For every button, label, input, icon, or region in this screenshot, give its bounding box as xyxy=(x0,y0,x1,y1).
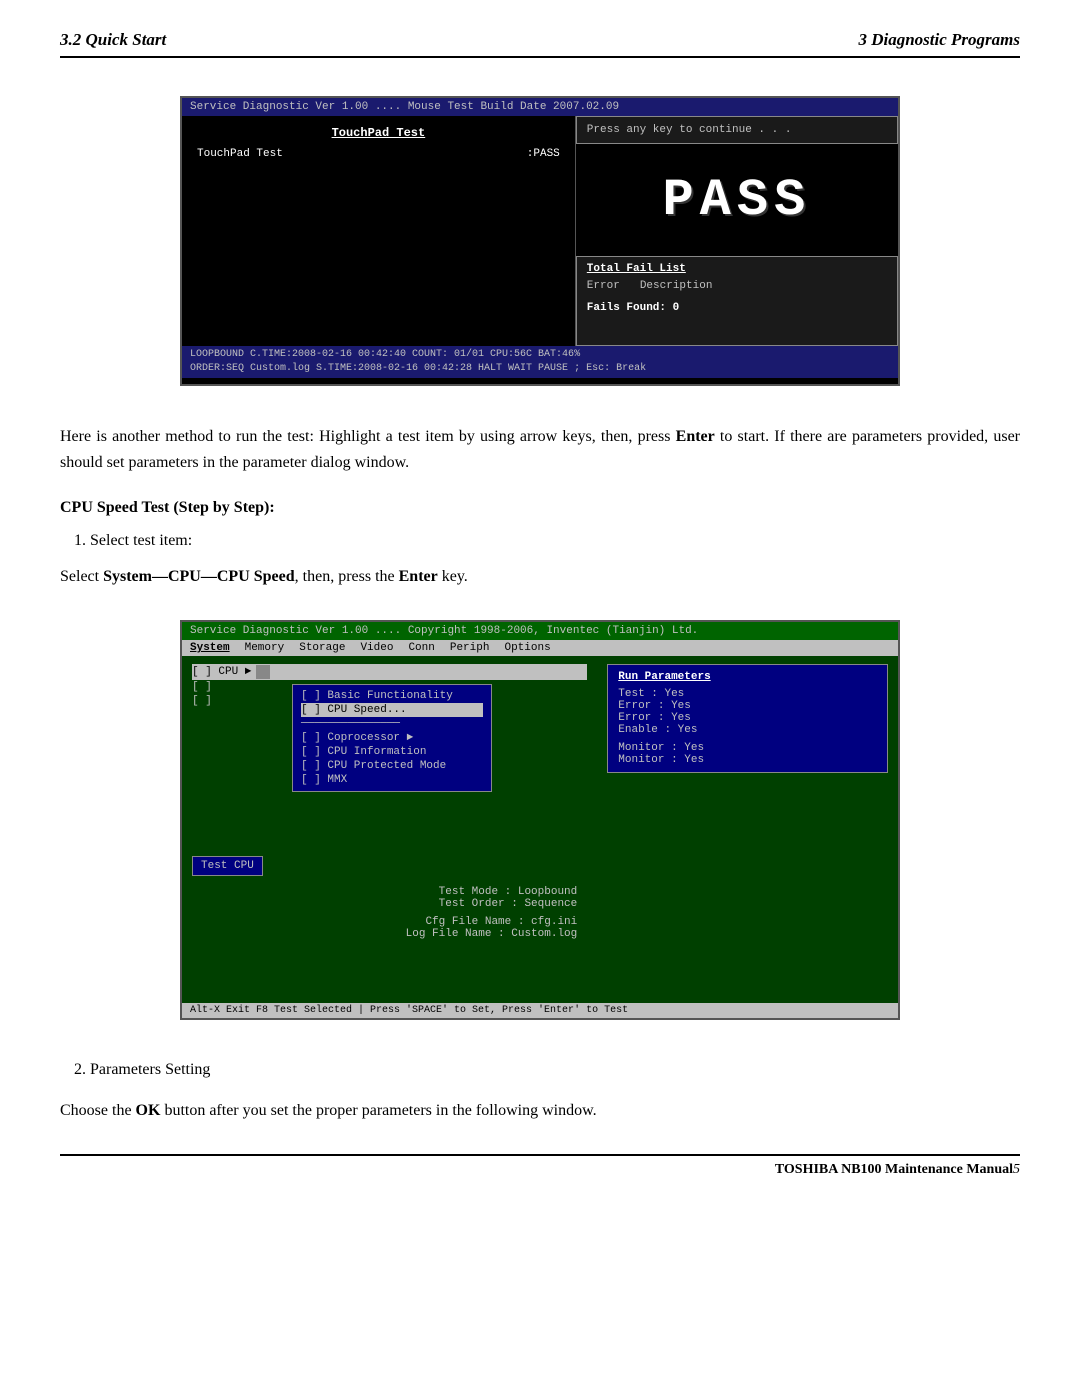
fails-found: Fails Found: 0 xyxy=(587,302,887,314)
touchpad-title: TouchPad Test xyxy=(197,126,560,140)
run-params-box: Run Parameters Test : Yes Error : Yes Er… xyxy=(607,664,888,773)
menu-periph[interactable]: Periph xyxy=(450,642,490,654)
menu-storage[interactable]: Storage xyxy=(299,642,345,654)
submenu-mmx: [ ] MMX xyxy=(301,773,483,787)
cpu-row-1: [ ] CPU ► xyxy=(192,664,587,680)
menu-system[interactable]: System xyxy=(190,642,230,654)
param-test: Test : Yes xyxy=(618,688,877,700)
section-heading: CPU Speed Test (Step by Step): xyxy=(60,499,1020,517)
ss2-bottom-bar: Alt-X Exit F8 Test Selected | Press 'SPA… xyxy=(182,1003,898,1018)
run-params-title: Run Parameters xyxy=(618,671,877,683)
press-continue: Press any key to continue . . . xyxy=(576,116,898,144)
main-paragraph: Here is another method to run the test: … xyxy=(60,424,1020,475)
log-file: Log File Name : Custom.log xyxy=(192,928,577,940)
list-item-2: Parameters Setting xyxy=(90,1056,1020,1083)
touchpad-status: :PASS xyxy=(527,148,560,160)
param-monitor2: Monitor : Yes xyxy=(618,754,877,766)
center-params: Test Mode : Loopbound Test Order : Seque… xyxy=(192,886,587,940)
ss2-top-bar: Service Diagnostic Ver 1.00 .... Copyrig… xyxy=(182,622,898,640)
ss1-bottom: LOOPBOUND C.TIME:2008-02-16 00:42:40 COU… xyxy=(182,346,898,378)
submenu-protected: [ ] CPU Protected Mode xyxy=(301,759,483,773)
ss1-left-panel: TouchPad Test TouchPad Test :PASS xyxy=(182,116,576,346)
fail-list-header: Error Description xyxy=(587,280,887,292)
submenu-coprocessor: [ ] Coprocessor ► xyxy=(301,731,483,745)
ss1-body: TouchPad Test TouchPad Test :PASS Press … xyxy=(182,116,898,346)
ss1-right-panel: Press any key to continue . . . PASS Tot… xyxy=(576,116,898,346)
numbered-list-2: Parameters Setting xyxy=(90,1056,1020,1083)
submenu-horizontal: ─────────────── xyxy=(301,717,483,731)
page-header: 3.2 Quick Start 3 Diagnostic Programs xyxy=(60,30,1020,58)
desc-col: Description xyxy=(640,280,713,292)
cfg-file: Cfg File Name : cfg.ini xyxy=(192,916,577,928)
param-error2: Error : Yes xyxy=(618,712,877,724)
test-order: Test Order : Sequence xyxy=(192,898,577,910)
test-mode: Test Mode : Loopbound xyxy=(192,886,577,898)
param-enable: Enable : Yes xyxy=(618,724,877,736)
ss2-menu-bar: System Memory Storage Video Conn Periph … xyxy=(182,640,898,656)
menu-options[interactable]: Options xyxy=(504,642,550,654)
menu-video[interactable]: Video xyxy=(360,642,393,654)
ss2-body: [ ] CPU ► [ ] [ ] [ ] Basic Functionalit… xyxy=(182,656,898,966)
cpu-submenu: [ ] Basic Functionality [ ] CPU Speed...… xyxy=(292,684,492,792)
bottom-line1: LOOPBOUND C.TIME:2008-02-16 00:42:40 COU… xyxy=(190,348,890,362)
header-right: 3 Diagnostic Programs xyxy=(858,30,1020,50)
footer-text: TOSHIBA NB100 Maintenance Manual5 xyxy=(775,1162,1020,1178)
header-left: 3.2 Quick Start xyxy=(60,30,166,50)
submenu-info: [ ] CPU Information xyxy=(301,745,483,759)
page-footer: TOSHIBA NB100 Maintenance Manual5 xyxy=(60,1154,1020,1178)
select-instruction: Select System—CPU—CPU Speed, then, press… xyxy=(60,564,1020,590)
page-container: 3.2 Quick Start 3 Diagnostic Programs Se… xyxy=(0,0,1080,1397)
submenu-speed: [ ] CPU Speed... xyxy=(301,703,483,717)
param-error1: Error : Yes xyxy=(618,700,877,712)
numbered-list: Select test item: xyxy=(90,527,1020,554)
bottom-line2: ORDER:SEQ Custom.log S.TIME:2008-02-16 0… xyxy=(190,362,890,376)
bottom-paragraph: Choose the OK button after you set the p… xyxy=(60,1098,1020,1124)
screenshot2: Service Diagnostic Ver 1.00 .... Copyrig… xyxy=(180,620,900,1020)
ss1-top-bar: Service Diagnostic Ver 1.00 .... Mouse T… xyxy=(182,98,898,116)
fail-list: Total Fail List Error Description Fails … xyxy=(576,256,898,346)
pass-display: PASS xyxy=(576,144,898,256)
submenu-basic: [ ] Basic Functionality xyxy=(301,689,483,703)
param-monitor1: Monitor : Yes xyxy=(618,742,877,754)
pass-text: PASS xyxy=(662,171,811,230)
ss2-right-panel: Run Parameters Test : Yes Error : Yes Er… xyxy=(597,656,898,966)
error-col: Error xyxy=(587,280,620,292)
touchpad-label: TouchPad Test xyxy=(197,148,283,160)
ss2-left-panel: [ ] CPU ► [ ] [ ] [ ] Basic Functionalit… xyxy=(182,656,597,966)
list-item-1: Select test item: xyxy=(90,527,1020,554)
menu-conn[interactable]: Conn xyxy=(408,642,434,654)
screenshot1: Service Diagnostic Ver 1.00 .... Mouse T… xyxy=(180,96,900,386)
test-cpu-box: Test CPU xyxy=(192,856,263,876)
fail-list-title: Total Fail List xyxy=(587,263,887,275)
test-cpu-area: Test CPU xyxy=(192,856,587,876)
menu-memory[interactable]: Memory xyxy=(245,642,285,654)
